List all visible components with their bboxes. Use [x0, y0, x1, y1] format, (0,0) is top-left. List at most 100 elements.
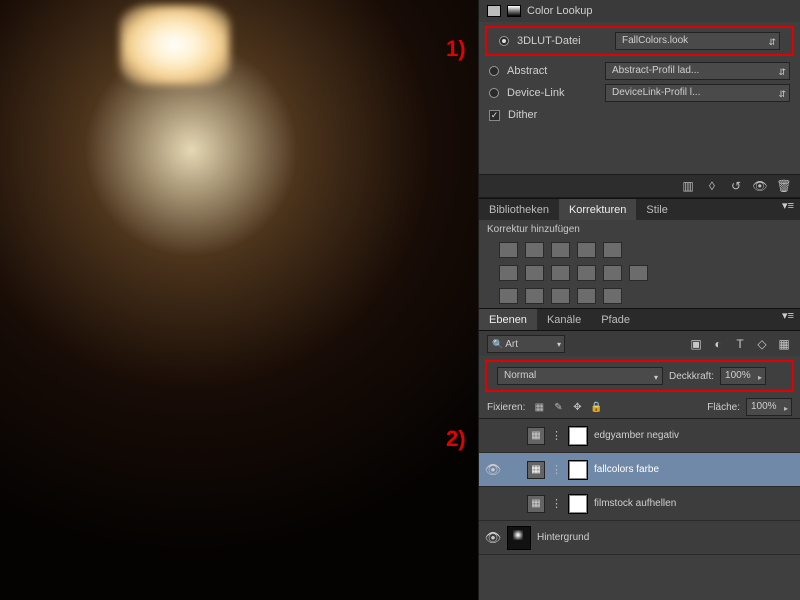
- layer-name[interactable]: fallcolors farbe: [594, 464, 659, 475]
- layer-row[interactable]: 👁 ▦ ⋮ fallcolors farbe: [479, 453, 800, 487]
- tab-pfade[interactable]: Pfade: [591, 309, 640, 330]
- checkbox-dither[interactable]: [489, 110, 500, 121]
- dropdown-devicelink[interactable]: DeviceLink-Profil l...: [605, 84, 790, 102]
- adj-balance-icon[interactable]: [525, 265, 544, 281]
- adj-colorlookup-icon[interactable]: [629, 265, 648, 281]
- layer-mask[interactable]: [568, 426, 588, 446]
- lock-position-icon[interactable]: ✥: [570, 400, 584, 414]
- adjustment-footer: ▥ ◊ ↺ 👁 🗑: [479, 174, 800, 198]
- lock-row: Fixieren: ▦ ✎ ✥ 🔒 Fläche: 100%: [479, 396, 800, 418]
- lock-brush-icon[interactable]: ✎: [551, 400, 565, 414]
- fill-value[interactable]: 100%: [746, 398, 792, 416]
- panel-tabs-1: Bibliotheken Korrekturen Stile ▾≡: [479, 198, 800, 220]
- blend-row: Normal Deckkraft: 100%: [489, 364, 790, 388]
- layer-row[interactable]: 👁 Hintergrund: [479, 521, 800, 555]
- trash-icon[interactable]: 🗑: [776, 179, 792, 193]
- filter-smart-icon[interactable]: ▦: [776, 336, 792, 352]
- korrektur-subtitle: Korrektur hinzufügen: [479, 220, 800, 239]
- tab-kanaele[interactable]: Kanäle: [537, 309, 591, 330]
- layer-name[interactable]: Hintergrund: [537, 532, 589, 543]
- adj-exposure-icon[interactable]: [577, 242, 596, 258]
- layer-name[interactable]: edgyamber negativ: [594, 430, 679, 441]
- layer-visibility-toggle[interactable]: 👁: [485, 530, 501, 546]
- callout-2: 2): [446, 426, 466, 452]
- adjustment-row-2: [479, 262, 800, 285]
- option-3dlut[interactable]: 3DLUT-Datei FallColors.look: [489, 30, 790, 52]
- preset-icon[interactable]: ◊: [704, 179, 720, 193]
- layer-thumbnail[interactable]: [507, 526, 531, 550]
- adj-levels-icon[interactable]: [525, 242, 544, 258]
- adjustment-thumb-icon: ▦: [527, 427, 545, 445]
- adj-bw-icon[interactable]: [551, 265, 570, 281]
- grid-icon: [487, 5, 501, 17]
- lock-all-icon[interactable]: 🔒: [590, 400, 604, 414]
- adj-brightness-icon[interactable]: [499, 242, 518, 258]
- option-devicelink[interactable]: Device-Link DeviceLink-Profil l...: [479, 82, 800, 104]
- lock-label: Fixieren:: [487, 402, 525, 413]
- layer-filter-dropdown[interactable]: Art: [487, 335, 565, 353]
- label-devicelink: Device-Link: [507, 87, 597, 99]
- adjustment-thumb-icon: ▦: [527, 495, 545, 513]
- document-canvas[interactable]: [0, 0, 478, 600]
- tab-stile[interactable]: Stile: [636, 199, 677, 220]
- fill-label: Fläche:: [707, 402, 740, 413]
- adj-selective-icon[interactable]: [603, 288, 622, 304]
- layer-row[interactable]: ▦ ⋮ filmstock aufhellen: [479, 487, 800, 521]
- layers-filter-row: Art ▣ ◐ T ◇ ▦: [479, 330, 800, 356]
- spacer: [479, 126, 800, 174]
- clip-icon[interactable]: ▥: [680, 179, 696, 193]
- adj-threshold-icon[interactable]: [551, 288, 570, 304]
- adj-photofilter-icon[interactable]: [577, 265, 596, 281]
- panel1-flyout[interactable]: ▾≡: [776, 199, 800, 220]
- dropdown-3dlut[interactable]: FallColors.look: [615, 32, 780, 50]
- adj-hue-icon[interactable]: [499, 265, 518, 281]
- opacity-value[interactable]: 100%: [720, 367, 766, 385]
- panel2-flyout[interactable]: ▾≡: [776, 309, 800, 330]
- right-panel: Color Lookup 3DLUT-Datei FallColors.look…: [478, 0, 800, 600]
- lock-icons: ▦ ✎ ✥ 🔒: [531, 400, 604, 414]
- dropdown-abstract[interactable]: Abstract-Profil lad...: [605, 62, 790, 80]
- filter-pixel-icon[interactable]: ▣: [688, 336, 704, 352]
- adj-curves-icon[interactable]: [551, 242, 570, 258]
- layer-visibility-toggle[interactable]: 👁: [485, 462, 501, 478]
- color-lookup-header: Color Lookup: [479, 0, 800, 22]
- highlight-1: 3DLUT-Datei FallColors.look: [485, 26, 794, 56]
- flash-highlight: [120, 5, 230, 85]
- callout-1: 1): [446, 36, 466, 62]
- radio-3dlut[interactable]: [499, 36, 509, 46]
- layer-visibility-toggle[interactable]: [485, 428, 501, 444]
- radio-abstract[interactable]: [489, 66, 499, 76]
- adj-mixer-icon[interactable]: [603, 265, 622, 281]
- adj-invert-icon[interactable]: [499, 288, 518, 304]
- adjustment-row-1: [479, 239, 800, 262]
- layer-visibility-toggle[interactable]: [485, 496, 501, 512]
- label-dither: Dither: [508, 109, 537, 121]
- option-abstract[interactable]: Abstract Abstract-Profil lad...: [479, 60, 800, 82]
- layer-name[interactable]: filmstock aufhellen: [594, 498, 676, 509]
- tab-korrekturen[interactable]: Korrekturen: [559, 199, 636, 220]
- panel-tabs-2: Ebenen Kanäle Pfade ▾≡: [479, 308, 800, 330]
- adj-posterize-icon[interactable]: [525, 288, 544, 304]
- radio-devicelink[interactable]: [489, 88, 499, 98]
- adj-vibrance-icon[interactable]: [603, 242, 622, 258]
- tab-bibliotheken[interactable]: Bibliotheken: [479, 199, 559, 220]
- filter-adjust-icon[interactable]: ◐: [710, 336, 726, 352]
- reset-icon[interactable]: ↺: [728, 179, 744, 193]
- layer-row[interactable]: ▦ ⋮ edgyamber negativ: [479, 419, 800, 453]
- layer-mask[interactable]: [568, 494, 588, 514]
- adj-gradmap-icon[interactable]: [577, 288, 596, 304]
- adjustment-row-3: [479, 285, 800, 308]
- link-icon: ⋮: [551, 429, 562, 442]
- layer-mask[interactable]: [568, 460, 588, 480]
- lock-pixels-icon[interactable]: ▦: [532, 400, 546, 414]
- layers-list: ▦ ⋮ edgyamber negativ 👁 ▦ ⋮ fallcolors f…: [479, 418, 800, 555]
- option-dither[interactable]: Dither: [479, 104, 800, 126]
- filter-type-icon[interactable]: T: [732, 336, 748, 352]
- highlight-2: Normal Deckkraft: 100%: [485, 360, 794, 392]
- view-icon[interactable]: 👁: [752, 179, 768, 193]
- color-lookup-title: Color Lookup: [527, 5, 592, 17]
- blend-mode-dropdown[interactable]: Normal: [497, 367, 663, 385]
- opacity-label: Deckkraft:: [669, 371, 714, 382]
- tab-ebenen[interactable]: Ebenen: [479, 309, 537, 330]
- filter-shape-icon[interactable]: ◇: [754, 336, 770, 352]
